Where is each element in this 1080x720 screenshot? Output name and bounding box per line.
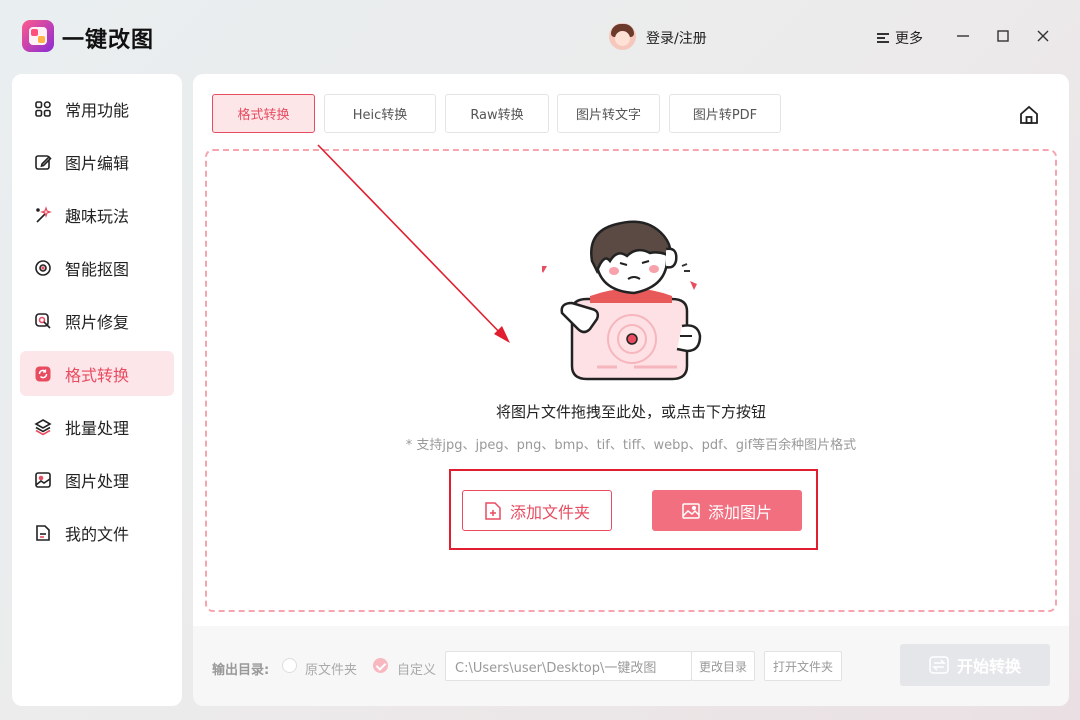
start-convert-button[interactable]: 开始转换 <box>900 644 1050 686</box>
output-path-input[interactable] <box>445 651 692 681</box>
title-bar: 一键改图 登录/注册 更多 <box>0 0 1080 72</box>
sidebar-item-label: 图片处理 <box>65 471 130 491</box>
output-bar: 输出目录: 原文件夹 自定义 更改目录 打开文件夹 开始转换 <box>193 626 1069 706</box>
minimize-icon <box>957 35 969 37</box>
tab-raw-convert[interactable]: Raw转换 <box>445 94 549 133</box>
minimize-button[interactable] <box>951 24 975 48</box>
edit-icon <box>34 153 52 171</box>
upload-illustration <box>542 220 702 381</box>
file-icon <box>34 524 52 542</box>
close-icon <box>1037 30 1049 42</box>
add-folder-label: 添加文件夹 <box>509 502 590 522</box>
sidebar-item-label: 照片修复 <box>65 312 130 332</box>
sidebar-item-fun[interactable]: 趣味玩法 <box>20 192 174 237</box>
sidebar-item-cutout[interactable]: 智能抠图 <box>20 245 174 290</box>
add-image-icon <box>682 502 700 519</box>
tab-image-to-text[interactable]: 图片转文字 <box>557 94 660 133</box>
convert-swap-icon <box>929 656 949 674</box>
radio-original-label[interactable]: 原文件夹 <box>305 659 357 678</box>
user-avatar-icon[interactable] <box>609 23 636 50</box>
sidebar-item-label: 批量处理 <box>65 418 130 438</box>
sidebar-item-process[interactable]: 图片处理 <box>20 457 174 502</box>
sidebar-item-label: 智能抠图 <box>65 259 130 279</box>
app-logo-icon <box>22 20 54 52</box>
magic-wand-icon <box>34 205 52 224</box>
sidebar-item-myfiles[interactable]: 我的文件 <box>20 510 174 555</box>
drop-zone[interactable]: 将图片文件拖拽至此处，或点击下方按钮 * 支持jpg、jpeg、png、bmp、… <box>205 149 1057 612</box>
convert-icon <box>34 365 52 383</box>
supported-formats-text: * 支持jpg、jpeg、png、bmp、tif、tiff、webp、pdf、g… <box>405 438 857 453</box>
sidebar-item-label: 常用功能 <box>65 100 130 120</box>
radio-custom-label[interactable]: 自定义 <box>397 659 436 678</box>
change-dir-button[interactable]: 更改目录 <box>691 651 755 681</box>
target-icon <box>34 259 52 277</box>
add-image-label: 添加图片 <box>707 502 772 522</box>
maximize-icon <box>997 30 1009 42</box>
sidebar-item-convert[interactable]: 格式转换 <box>20 351 174 396</box>
tab-image-to-pdf[interactable]: 图片转PDF <box>669 94 781 133</box>
tab-format-convert[interactable]: 格式转换 <box>212 94 315 133</box>
sidebar: 常用功能 图片编辑 趣味玩法 智能抠图 照片修复 格式转换 批量处理 图片处理 … <box>12 74 182 706</box>
sidebar-item-common[interactable]: 常用功能 <box>20 86 174 131</box>
open-folder-button[interactable]: 打开文件夹 <box>764 651 842 681</box>
login-register-link[interactable]: 登录/注册 <box>646 28 707 48</box>
sidebar-item-label: 格式转换 <box>65 365 130 385</box>
sidebar-item-label: 我的文件 <box>65 524 130 544</box>
tab-heic-convert[interactable]: Heic转换 <box>324 94 436 133</box>
sidebar-item-repair[interactable]: 照片修复 <box>20 298 174 343</box>
radio-original-folder[interactable] <box>282 658 297 673</box>
close-button[interactable] <box>1031 24 1055 48</box>
menu-icon <box>877 32 889 44</box>
more-menu-button[interactable]: 更多 <box>877 28 923 48</box>
layers-icon <box>34 418 52 436</box>
home-icon[interactable] <box>1018 104 1040 126</box>
sidebar-item-label: 图片编辑 <box>65 153 130 173</box>
start-convert-label: 开始转换 <box>956 657 1021 676</box>
add-folder-button[interactable]: 添加文件夹 <box>462 490 612 531</box>
sidebar-item-batch[interactable]: 批量处理 <box>20 404 174 449</box>
sidebar-item-label: 趣味玩法 <box>65 206 130 226</box>
drop-hint-text: 将图片文件拖拽至此处，或点击下方按钮 <box>495 403 766 421</box>
output-dir-label: 输出目录: <box>212 663 270 678</box>
maximize-button[interactable] <box>991 24 1015 48</box>
add-image-button[interactable]: 添加图片 <box>652 490 802 531</box>
add-folder-icon <box>485 501 501 520</box>
main-panel: 格式转换 Heic转换 Raw转换 图片转文字 图片转PDF 将图片文件拖拽至此… <box>193 74 1069 626</box>
app-title: 一键改图 <box>62 28 155 53</box>
radio-custom-folder[interactable] <box>373 658 388 673</box>
sidebar-item-edit[interactable]: 图片编辑 <box>20 139 174 184</box>
grid-icon <box>34 100 52 118</box>
search-repair-icon <box>34 312 52 330</box>
image-icon <box>34 471 52 489</box>
more-label: 更多 <box>895 31 923 47</box>
